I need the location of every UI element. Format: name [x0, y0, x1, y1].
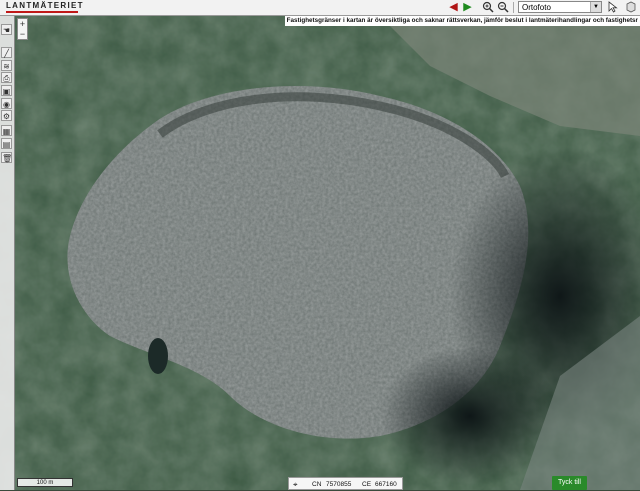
north-value: 7570855 — [326, 481, 352, 488]
layer-select[interactable]: Ortofoto ▼ — [518, 1, 602, 13]
tools-icon[interactable]: ⚙ — [1, 110, 12, 121]
grid-icon[interactable]: ▦ — [1, 125, 12, 136]
map-canvas[interactable] — [0, 16, 640, 490]
pointer-icon[interactable] — [606, 1, 619, 14]
logo-underline — [6, 11, 78, 13]
coordinate-readout: ⌖ CN 7570855 CE 667160 — [288, 477, 403, 490]
zoom-control: + − — [17, 18, 28, 40]
bookmark-icon[interactable]: ▣ — [1, 85, 12, 96]
left-toolbar: ☚ ╱ ≋ ⎙ ▣ ◉ ⚙ ▦ ▤ 🗑 — [0, 16, 15, 490]
arrow-left-icon[interactable]: ◀ — [447, 1, 460, 14]
measure-line-icon[interactable]: ╱ — [1, 47, 12, 58]
toolbar-separator — [513, 2, 514, 13]
zoom-out-button[interactable]: − — [18, 29, 27, 39]
arrow-right-icon[interactable]: ▶ — [461, 1, 474, 14]
aerial-photo — [0, 16, 640, 490]
east-value: 667160 — [375, 481, 397, 488]
feedback-button[interactable]: Tyck till — [552, 476, 587, 490]
east-label: CE — [362, 481, 372, 488]
zoom-in-button[interactable]: + — [18, 19, 27, 29]
help-icon[interactable] — [624, 1, 637, 14]
zoom-in-icon[interactable] — [481, 1, 494, 14]
zoom-out-icon[interactable] — [496, 1, 509, 14]
chevron-down-icon[interactable]: ▼ — [590, 2, 601, 12]
logo-text: LANTMÄTERIET — [6, 1, 84, 10]
trash-icon[interactable]: 🗑 — [1, 152, 12, 163]
top-toolbar: LANTMÄTERIET ◀ ▶ Ortofoto ▼ — [0, 0, 640, 16]
scale-bar: 100 m — [17, 478, 73, 487]
north-label: CN — [312, 481, 322, 488]
layer-select-value: Ortofoto — [522, 3, 551, 12]
search-place-icon[interactable]: ◉ — [1, 98, 12, 109]
property-boundary-notice: Fastighetsgränser i kartan är översiktli… — [284, 16, 640, 26]
pan-icon[interactable]: ☚ — [1, 24, 12, 35]
info-icon[interactable]: ▤ — [1, 138, 12, 149]
print-icon[interactable]: ⎙ — [1, 72, 12, 83]
layers-icon[interactable]: ≋ — [1, 60, 12, 71]
crosshair-icon[interactable]: ⌖ — [293, 478, 298, 491]
